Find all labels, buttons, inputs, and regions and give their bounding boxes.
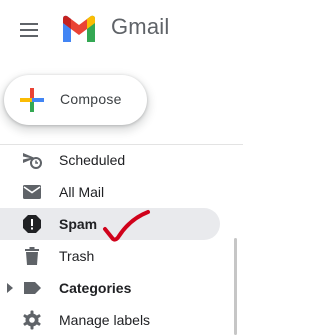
mail-icon (23, 185, 41, 199)
nav-label-trash: Trash (59, 248, 95, 264)
nav-item-categories[interactable]: Categories (0, 272, 220, 304)
nav-label-manage-labels: Manage labels (59, 312, 151, 328)
trash-icon (25, 247, 39, 265)
expand-caret-icon[interactable] (6, 283, 14, 293)
gear-icon (23, 310, 41, 330)
label-icon (24, 282, 41, 294)
red-checkmark-annotation (103, 210, 150, 242)
nav-item-all-mail[interactable]: All Mail (0, 176, 220, 208)
nav-label-all-mail: All Mail (59, 184, 105, 200)
gmail-logo[interactable] (60, 13, 98, 43)
scheduled-icon (23, 153, 42, 169)
main-menu-button[interactable] (18, 21, 40, 39)
nav-label-scheduled: Scheduled (59, 152, 126, 168)
app-title: Gmail (111, 14, 170, 39)
nav-label-spam: Spam (59, 216, 98, 232)
sidebar-scrollbar[interactable] (234, 238, 237, 335)
plus-icon (20, 88, 44, 112)
compose-button[interactable]: Compose (4, 75, 147, 125)
nav-label-categories: Categories (59, 280, 132, 296)
compose-label: Compose (60, 91, 122, 107)
nav-item-scheduled[interactable]: Scheduled (0, 144, 220, 176)
spam-icon (23, 215, 41, 233)
nav-item-manage-labels[interactable]: Manage labels (0, 304, 220, 335)
gmail-sidebar: Gmail Compose Scheduled All Mail Spam Tr… (0, 0, 243, 335)
